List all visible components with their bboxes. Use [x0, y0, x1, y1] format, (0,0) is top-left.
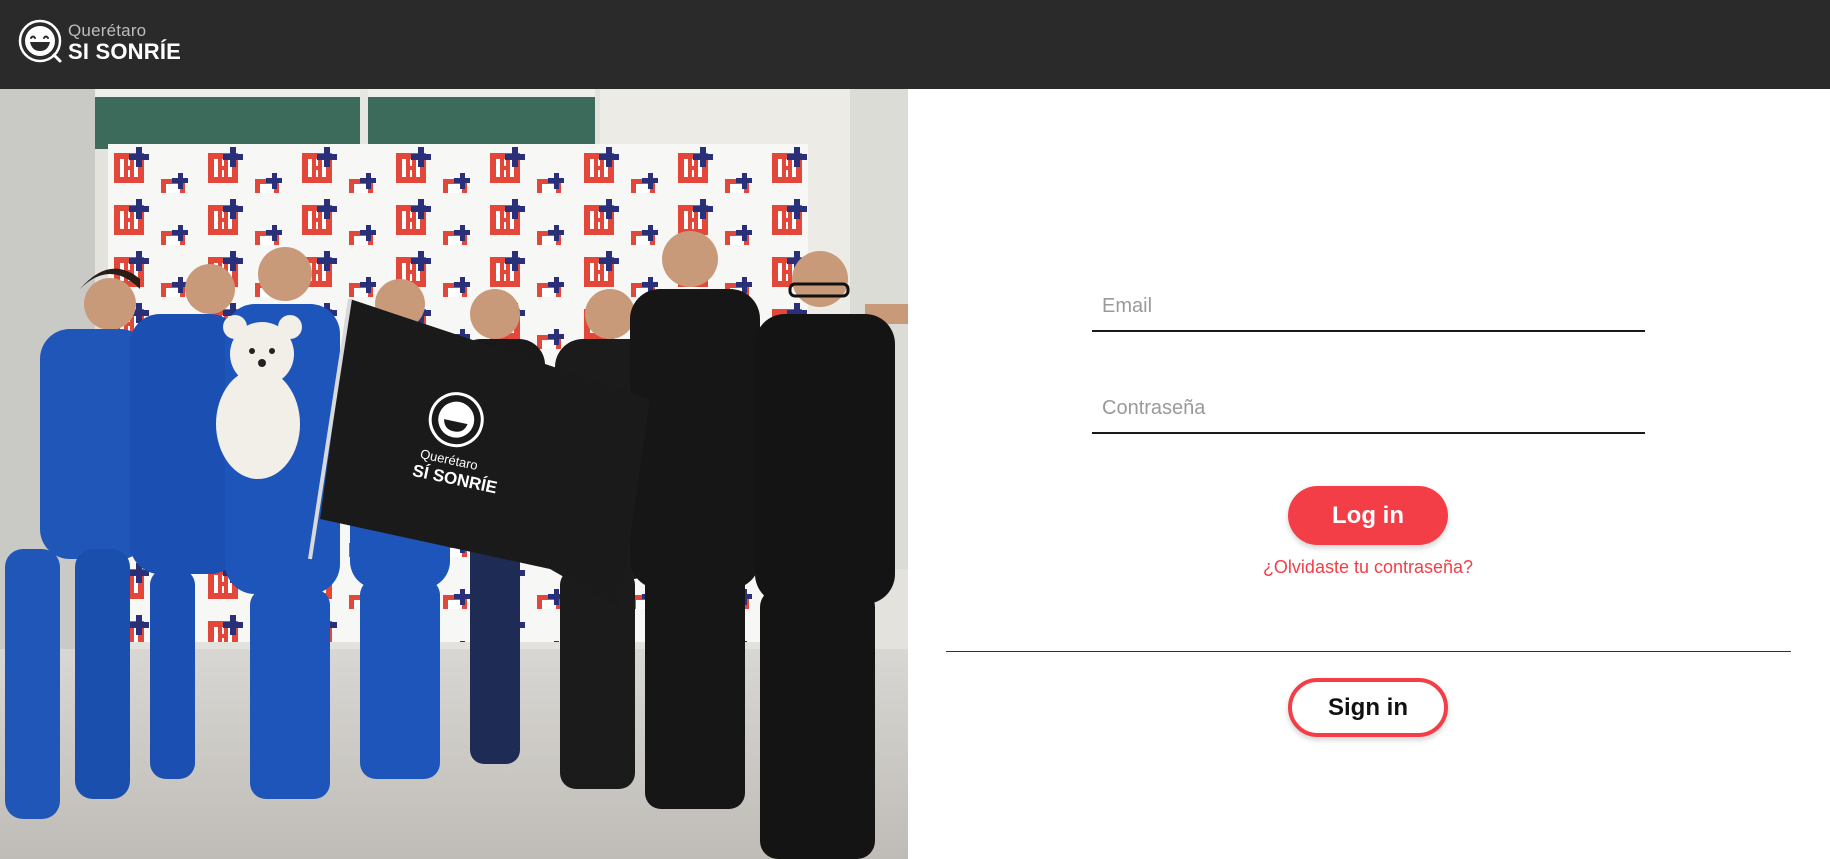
login-button[interactable]: Log in [1288, 486, 1448, 545]
team-photo-image: Querétaro SÍ SONRÍE [0, 89, 908, 859]
brand-city: Querétaro [68, 20, 147, 40]
password-field[interactable] [1092, 384, 1645, 434]
team-photo: Querétaro SÍ SONRÍE [0, 89, 908, 859]
signin-button[interactable]: Sign in [1288, 678, 1448, 737]
forgot-password-link[interactable]: ¿Olvidaste tu contraseña? [1208, 557, 1528, 578]
email-field[interactable] [1092, 282, 1645, 332]
smiley-logo-icon [18, 19, 62, 63]
login-panel: Log in ¿Olvidaste tu contraseña? Sign in [908, 89, 1830, 859]
brand-text: Querétaro SI SONRÍE [68, 22, 181, 63]
top-bar: Querétaro SI SONRÍE [0, 0, 1830, 89]
divider [946, 651, 1791, 652]
brand-title: SI SONRÍE [68, 38, 182, 64]
brand-logo[interactable]: Querétaro SI SONRÍE [18, 18, 181, 66]
